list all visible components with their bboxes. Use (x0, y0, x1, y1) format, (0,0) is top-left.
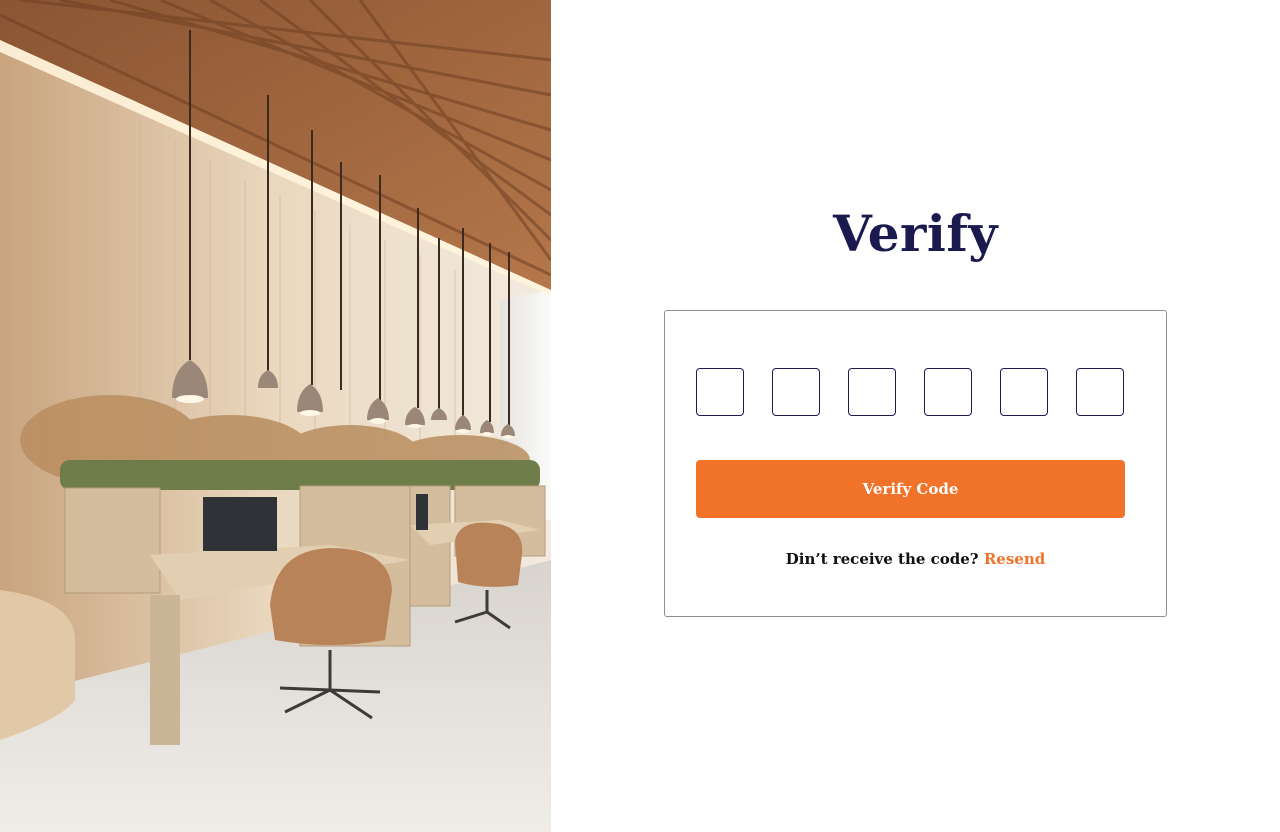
otp-digit-1[interactable] (696, 368, 744, 416)
resend-link[interactable]: Resend (984, 550, 1045, 568)
otp-digit-5[interactable] (1000, 368, 1048, 416)
page-title: Verify (833, 204, 998, 263)
verify-code-button[interactable]: Verify Code (696, 460, 1125, 518)
otp-digit-4[interactable] (924, 368, 972, 416)
otp-input-group (696, 368, 1125, 416)
resend-prompt-text: Din’t receive the code? (785, 550, 979, 568)
hero-image (0, 0, 551, 832)
verify-card: Verify Code Din’t receive the code? Rese… (664, 310, 1167, 617)
resend-prompt: Din’t receive the code? Resend (665, 550, 1166, 568)
otp-digit-2[interactable] (772, 368, 820, 416)
otp-digit-3[interactable] (848, 368, 896, 416)
otp-digit-6[interactable] (1076, 368, 1124, 416)
